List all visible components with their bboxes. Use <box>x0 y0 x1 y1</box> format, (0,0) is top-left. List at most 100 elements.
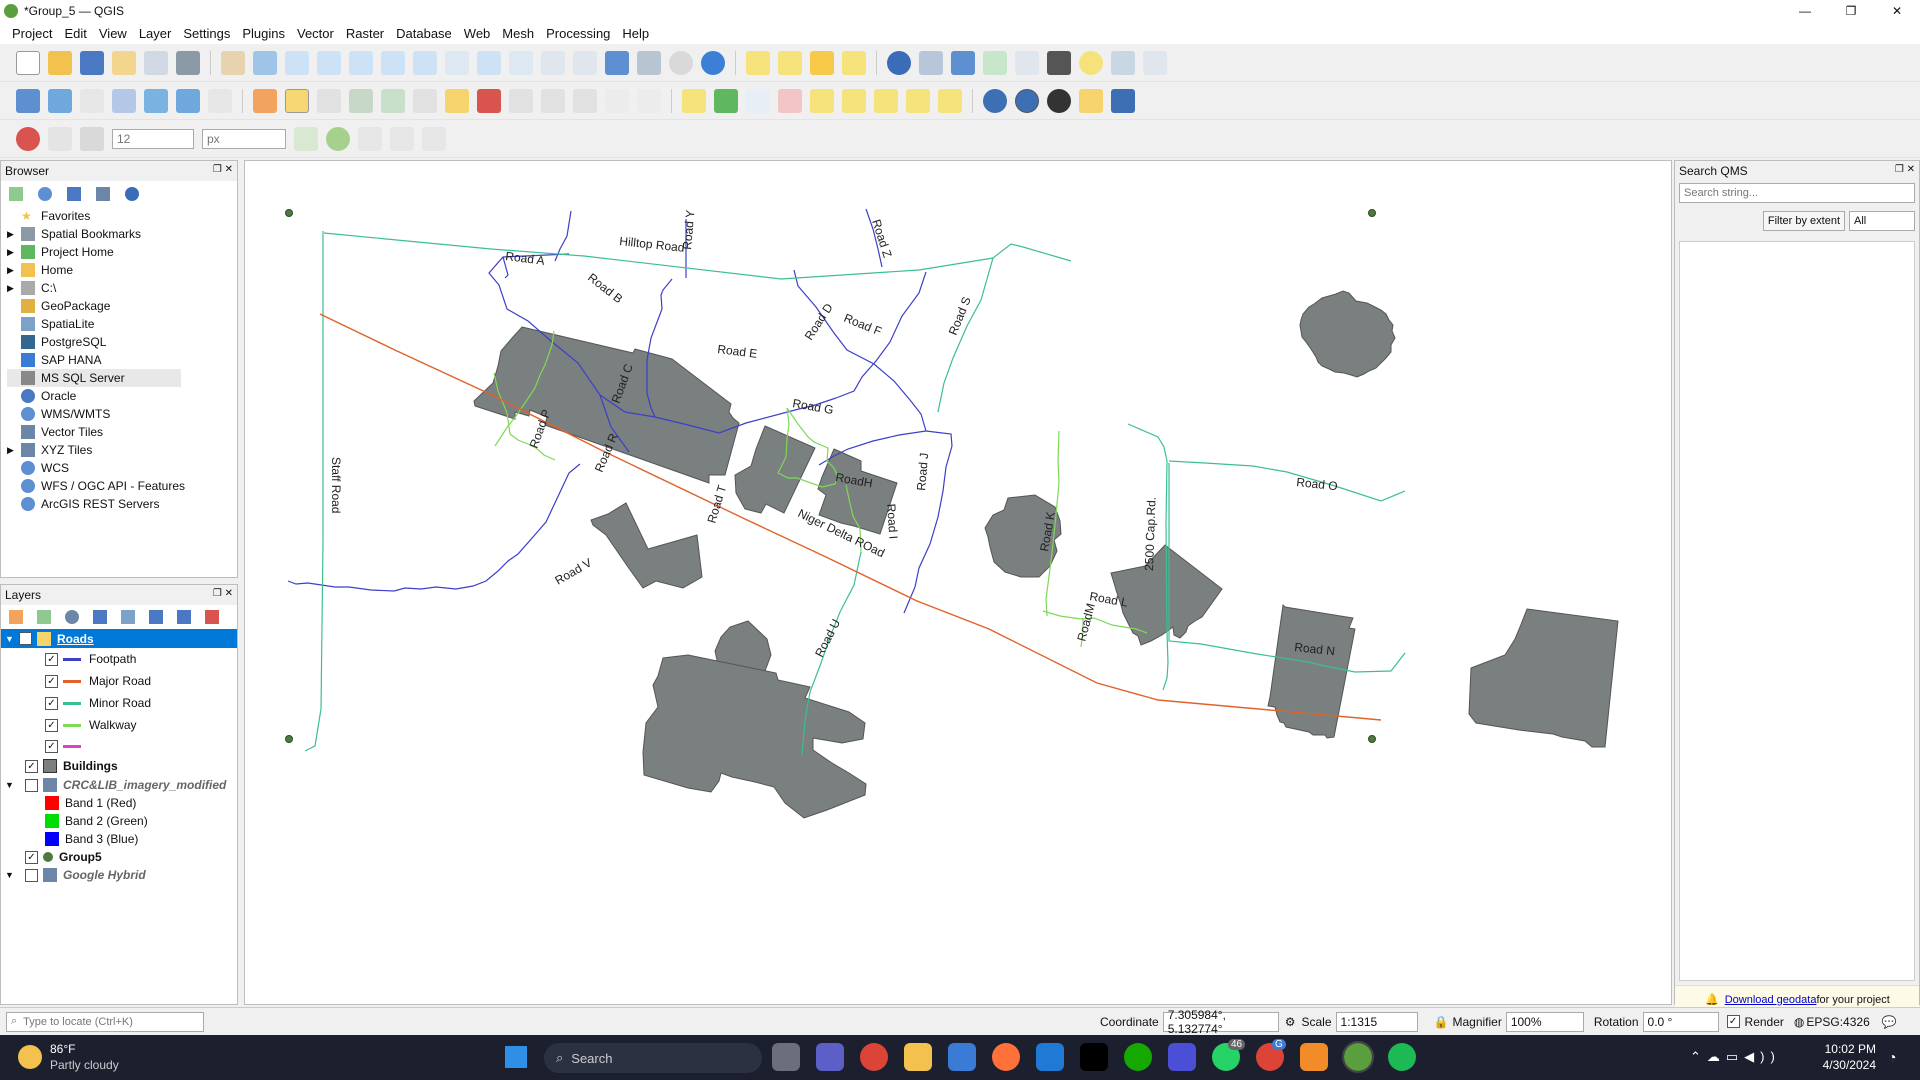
new-map-view-icon[interactable] <box>541 50 565 75</box>
style-manager-icon[interactable] <box>176 50 200 75</box>
data-source-manager-icon[interactable] <box>16 88 40 113</box>
zoom-last-icon[interactable] <box>477 50 501 75</box>
browser-item-wfs[interactable]: WFS / OGC API - Features <box>7 477 237 495</box>
select-by-value-icon[interactable] <box>778 50 802 75</box>
minor-road[interactable] <box>323 232 1072 280</box>
pan-to-selection-icon[interactable] <box>253 50 277 75</box>
app-icon[interactable] <box>1168 1043 1196 1071</box>
notification-icon[interactable]: ◔ <box>1888 1049 1896 1065</box>
building[interactable] <box>734 425 816 514</box>
clock-date[interactable]: 4/30/2024 <box>1810 1058 1876 1072</box>
qms-results-list[interactable] <box>1679 241 1915 981</box>
extent-point[interactable] <box>285 209 293 217</box>
menu-web[interactable]: Web <box>458 26 497 41</box>
save-project-icon[interactable] <box>80 50 104 75</box>
toggle-label-display-icon[interactable] <box>778 88 802 113</box>
upwork-icon[interactable] <box>1124 1043 1152 1071</box>
modify-attributes-icon[interactable] <box>413 88 437 113</box>
topological-editing-icon[interactable] <box>294 126 318 151</box>
identify-icon[interactable] <box>887 50 911 75</box>
bookmark-icon[interactable] <box>605 50 629 75</box>
menu-plugins[interactable]: Plugins <box>236 26 291 41</box>
menu-layer[interactable]: Layer <box>133 26 178 41</box>
layer-roads[interactable]: ▼ ✓ Roads <box>1 629 237 648</box>
minor-road[interactable] <box>937 257 994 413</box>
qms-search-input[interactable] <box>1679 183 1915 203</box>
clock-time[interactable]: 10:02 PM <box>1820 1042 1876 1056</box>
download-geodata-link[interactable]: Download geodata <box>1725 994 1817 1006</box>
vscode-icon[interactable] <box>1036 1043 1064 1071</box>
layer-buildings[interactable]: ✓ Buildings <box>1 756 237 776</box>
expand-arrow-icon[interactable]: ▶ <box>7 229 21 240</box>
new-3d-view-icon[interactable] <box>573 50 597 75</box>
add-line-feature-icon[interactable] <box>349 88 373 113</box>
windows-start-icon[interactable] <box>505 1046 527 1068</box>
style-icon[interactable] <box>9 610 23 624</box>
snapping-intersection-icon[interactable] <box>326 126 350 151</box>
crs-label[interactable]: EPSG:4326 <box>1806 1015 1869 1029</box>
show-hide-labels-icon[interactable] <box>842 88 866 113</box>
new-project-icon[interactable] <box>16 50 40 75</box>
legend-major-road-checkbox[interactable]: ✓ <box>45 674 58 688</box>
zoom-layer-icon[interactable] <box>413 50 437 75</box>
legend-other[interactable]: ✓ <box>1 736 237 756</box>
browser-item-oracle[interactable]: Oracle <box>7 387 237 405</box>
map-svg[interactable]: Hilltop Road Road A Road B Road C Road D… <box>245 161 1673 1006</box>
magnifier-field[interactable]: 100% <box>1505 1011 1584 1032</box>
edit-attributes-icon[interactable] <box>445 88 469 113</box>
browser-item-arcgis[interactable]: ArcGIS REST Servers <box>7 495 237 513</box>
undo-icon[interactable] <box>605 88 629 113</box>
help-icon[interactable] <box>1143 50 1167 75</box>
zoom-selection-icon[interactable] <box>381 50 405 75</box>
expand-arrow-icon[interactable]: ▶ <box>7 445 21 456</box>
legend-footpath-checkbox[interactable]: ✓ <box>45 652 58 666</box>
refresh-icon[interactable] <box>701 50 725 75</box>
file-explorer-icon[interactable] <box>904 1043 932 1071</box>
statistics-sigma-icon[interactable] <box>983 50 1007 75</box>
crs-globe-icon[interactable]: ◍ <box>1794 1015 1804 1029</box>
open-field-calculator-icon[interactable] <box>1015 50 1039 75</box>
render-checkbox[interactable]: ✓ <box>1726 1015 1740 1028</box>
measure-line-icon[interactable] <box>1047 50 1071 75</box>
zoom-full-icon[interactable] <box>349 50 373 75</box>
teams-icon[interactable] <box>816 1043 844 1071</box>
legend-walkway[interactable]: ✓ Walkway <box>1 714 237 736</box>
filter-icon[interactable] <box>67 187 81 201</box>
menu-edit[interactable]: Edit <box>58 26 92 41</box>
chrome-icon[interactable] <box>860 1043 888 1071</box>
layer-group5-checkbox[interactable]: ✓ <box>25 850 38 864</box>
attribute-table-icon[interactable] <box>919 50 943 75</box>
locator-search-icon[interactable] <box>1111 50 1135 75</box>
microsoft-store-icon[interactable] <box>948 1043 976 1071</box>
minor-road[interactable] <box>1168 460 1406 502</box>
label-toolbar-icon[interactable] <box>682 88 706 113</box>
qms-filter-select[interactable]: All <box>1849 211 1915 231</box>
move-label-icon[interactable] <box>874 88 898 113</box>
snap-layer-icon[interactable] <box>80 126 104 151</box>
python-console-icon[interactable] <box>1079 88 1103 113</box>
qms-search-icon[interactable] <box>1015 88 1039 113</box>
redo-icon[interactable] <box>637 88 661 113</box>
close-button[interactable]: ✕ <box>1874 0 1920 22</box>
temporal-controller-icon[interactable] <box>669 50 693 75</box>
menu-settings[interactable]: Settings <box>177 26 236 41</box>
snapping-magnet-icon[interactable] <box>16 126 40 151</box>
snap-tolerance-input[interactable]: 12 <box>112 128 194 149</box>
scale-field[interactable]: 1:1315 <box>1335 1011 1418 1032</box>
select-features-icon[interactable] <box>746 50 770 75</box>
new-virtual-layer-icon[interactable] <box>176 88 200 113</box>
panel-float-close-icons[interactable]: ❐ ✕ <box>213 588 233 599</box>
browser-item-sap-hana[interactable]: SAP HANA <box>7 351 237 369</box>
new-shapefile-layer-icon[interactable] <box>80 88 104 113</box>
browser-item-postgresql[interactable]: PostgreSQL <box>7 333 237 351</box>
snap-type-icon[interactable] <box>48 126 72 151</box>
expand-arrow-icon[interactable]: ▶ <box>7 283 21 294</box>
processing-settings-icon[interactable] <box>951 50 975 75</box>
new-vector-tile-icon[interactable] <box>208 88 232 113</box>
rotation-field[interactable]: 0.0 ° <box>1642 1011 1719 1032</box>
menu-raster[interactable]: Raster <box>340 26 390 41</box>
locator-input[interactable]: ⌕ Type to locate (Ctrl+K) <box>6 1011 204 1032</box>
browser-item-wcs[interactable]: WCS <box>7 459 237 477</box>
spotify-icon[interactable] <box>1388 1043 1416 1071</box>
browser-item-vector-tiles[interactable]: Vector Tiles <box>7 423 237 441</box>
